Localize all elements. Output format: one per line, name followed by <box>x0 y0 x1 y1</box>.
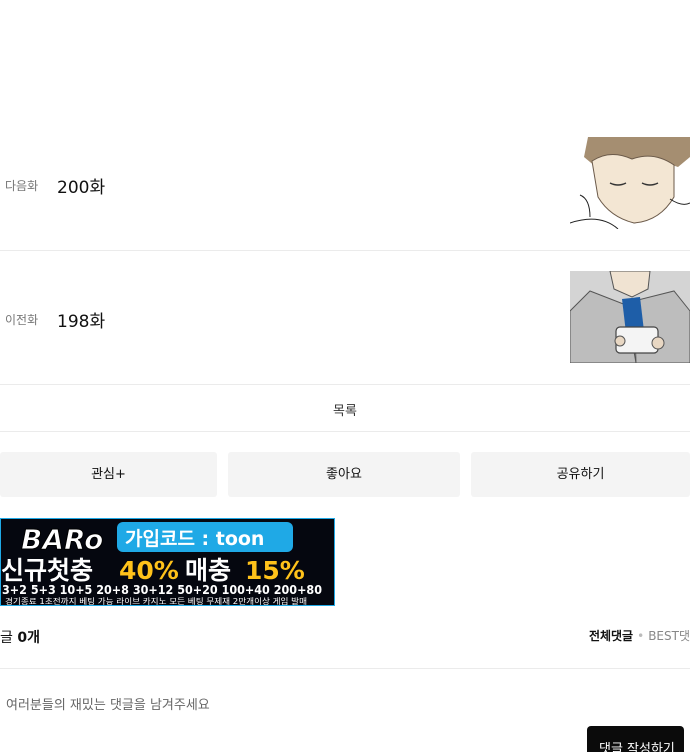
previous-episode-title[interactable]: 198화 <box>57 307 105 332</box>
tab-all-comments[interactable]: 전체댓글 <box>589 629 633 643</box>
comment-sort-tabs: 전체댓글 • BEST댓 <box>589 627 690 644</box>
comment-count: 글 0개 <box>0 627 40 647</box>
next-episode-title[interactable]: 200화 <box>57 173 105 198</box>
comment-input[interactable]: 여러분들의 재밌는 댓글을 남겨주세요 <box>6 694 210 713</box>
comment-count-prefix: 글 <box>0 630 13 646</box>
banner-signup-code: 가입코드 : toon <box>125 528 264 550</box>
next-episode-label: 다음화 <box>5 179 39 193</box>
previous-episode-label: 이전화 <box>5 313 39 327</box>
banner-footer: 경기종료 1초전까지 베팅 가능 라이브 카지노 모든 베팅 무제재 2만개이상… <box>5 596 307 606</box>
comment-count-value: 0개 <box>17 630 40 646</box>
previous-episode-row[interactable]: 이전화 198화 <box>0 251 690 385</box>
tab-best-comments[interactable]: BEST댓 <box>648 629 690 643</box>
banner-headline-d: 15% <box>245 556 305 585</box>
next-episode-row[interactable]: 다음화 200화 <box>0 117 690 251</box>
like-button[interactable]: 좋아요 <box>228 452 460 497</box>
banner-headline-a: 신규첫충 <box>1 556 93 585</box>
subscribe-button[interactable]: 관심+ <box>0 452 217 497</box>
episode-list-row[interactable]: 목록 <box>0 385 690 432</box>
previous-episode-thumbnail[interactable] <box>570 271 690 363</box>
ad-banner[interactable]: BARo 가입코드 : toon 신규첫충 40% 매충 15% 3+2 5+3… <box>0 518 335 606</box>
episode-list-button[interactable]: 목록 <box>0 400 690 419</box>
share-button[interactable]: 공유하기 <box>471 452 690 497</box>
banner-logo: BARo <box>21 523 103 556</box>
separator-dot: • <box>637 629 645 643</box>
banner-bonus-line: 3+2 5+3 10+5 20+8 30+12 50+20 100+40 200… <box>2 583 322 597</box>
banner-headline-b: 40% <box>119 556 179 585</box>
banner-headline-c: 매충 <box>185 556 231 585</box>
write-comment-button[interactable]: 댓글 작성하기 <box>587 726 684 752</box>
next-episode-thumbnail[interactable] <box>570 137 690 229</box>
divider <box>0 668 690 669</box>
